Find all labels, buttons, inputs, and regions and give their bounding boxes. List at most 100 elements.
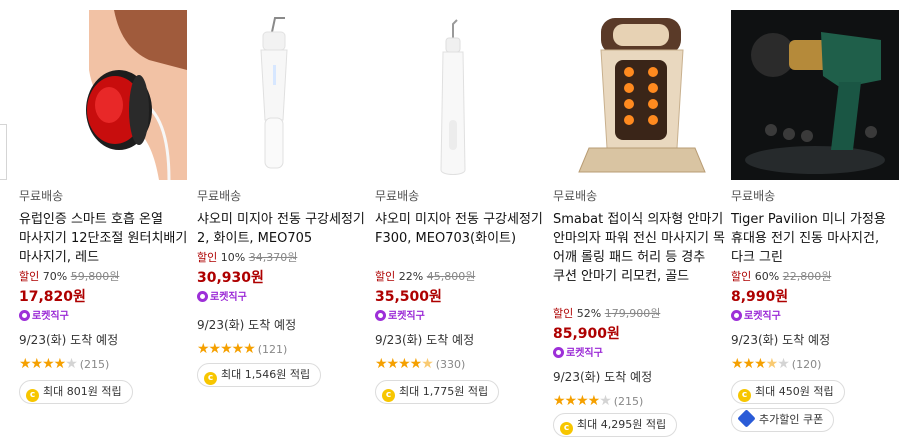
- product-card[interactable]: 무료배송 샤오미 미지아 전동 구강세정기 2, 화이트, MEO705 할인 …: [197, 0, 369, 433]
- free-shipping-label: 무료배송: [731, 189, 776, 203]
- discount-row: 할인 22% 45,800원: [375, 268, 551, 286]
- star-icon: ★★★★★: [197, 341, 256, 357]
- review-count: (121): [257, 343, 288, 356]
- rocket-direct-icon: [553, 347, 564, 358]
- arrival-date: 9/23(화) 도착 예정: [375, 333, 475, 347]
- rating: ★★★★★ (215): [19, 352, 195, 374]
- discount-rate: 52%: [576, 307, 602, 320]
- discount-label: 할인: [375, 270, 396, 283]
- product-image[interactable]: [553, 10, 721, 180]
- original-price: 45,800원: [426, 270, 476, 283]
- cash-icon: c: [26, 389, 39, 402]
- cashback-pill: c 최대 4,295원 적립: [553, 413, 678, 437]
- original-price: 22,800원: [782, 270, 832, 283]
- star-icon: ★★★★★: [375, 356, 434, 372]
- discount-row: 할인 10% 34,370원: [197, 249, 373, 267]
- badge-label: 로켓직구: [388, 311, 425, 322]
- badge-label: 로켓직구: [210, 292, 247, 303]
- free-shipping-label: 무료배송: [19, 189, 64, 203]
- rating: ★★★★★ (121): [197, 337, 373, 359]
- review-count: (215): [79, 358, 110, 371]
- cash-icon: c: [738, 389, 751, 402]
- product-title[interactable]: Smabat 접이식 의자형 안마기 안마의자 파워 전신 마사지기 목 어깨 …: [553, 210, 729, 286]
- product-card[interactable]: 무료배송 샤오미 미지아 전동 구강세정기 F300, MEO703(화이트) …: [375, 0, 547, 433]
- rocket-direct-icon: [197, 291, 208, 302]
- sale-price: 8,990원: [731, 289, 789, 305]
- cash-icon: c: [382, 389, 395, 402]
- product-title[interactable]: Tiger Pavilion 미니 가정용 휴대용 전기 진동 마사지건, 다크…: [731, 210, 907, 267]
- rocket-direct-badge: 로켓직구: [19, 308, 195, 328]
- price-block: 할인 60% 22,800원 8,990원 로켓직구 9/23(화) 도착 예정…: [731, 268, 907, 432]
- star-icon: ★★★★★: [553, 393, 612, 409]
- discount-label: 할인: [553, 307, 574, 320]
- badge-label: 로켓직구: [744, 311, 781, 322]
- coupon-label: 추가할인 쿠폰: [759, 413, 824, 426]
- product-image[interactable]: [375, 10, 543, 180]
- product-image[interactable]: [731, 10, 899, 180]
- arrival-date: 9/23(화) 도착 예정: [19, 333, 119, 347]
- sale-price: 30,930원: [197, 270, 264, 286]
- free-shipping-label: 무료배송: [553, 189, 598, 203]
- cashback-pill: c 최대 801원 적립: [19, 380, 133, 404]
- rocket-direct-badge: 로켓직구: [197, 289, 373, 309]
- badge-label: 로켓직구: [32, 311, 69, 322]
- rating: ★★★★★ (215): [553, 389, 729, 411]
- cash-icon: c: [560, 422, 573, 435]
- cashback-label: 최대 4,295원 적립: [577, 418, 667, 431]
- product-card[interactable]: 무료배송 유럽인증 스마트 호흡 온열 마사지기 12단조절 원터치배기 마사지…: [19, 0, 191, 433]
- cashback-pill: c 최대 1,546원 적립: [197, 363, 322, 387]
- product-card[interactable]: 무료배송 Smabat 접이식 의자형 안마기 안마의자 파워 전신 마사지기 …: [553, 0, 725, 437]
- discount-row: 할인 52% 179,900원: [553, 305, 729, 323]
- discount-row: 할인 60% 22,800원: [731, 268, 907, 286]
- price-block: 할인 70% 59,800원 17,820원 로켓직구 9/23(화) 도착 예…: [19, 268, 195, 404]
- discount-label: 할인: [19, 270, 40, 283]
- cashback-label: 최대 450원 적립: [755, 385, 834, 398]
- original-price: 59,800원: [70, 270, 120, 283]
- review-count: (330): [435, 358, 466, 371]
- product-image[interactable]: [19, 10, 187, 180]
- coupon-pill[interactable]: 추가할인 쿠폰: [731, 408, 835, 432]
- cashback-label: 최대 1,546원 적립: [221, 368, 311, 381]
- free-shipping-label: 무료배송: [197, 189, 242, 203]
- rating: ★★★★★ (330): [375, 352, 551, 374]
- carousel-prev-arrow[interactable]: [0, 124, 7, 180]
- rocket-direct-badge: 로켓직구: [731, 308, 907, 328]
- discount-rate: 10%: [220, 251, 246, 264]
- original-price: 34,370원: [248, 251, 298, 264]
- badge-label: 로켓직구: [566, 348, 603, 359]
- discount-row: 할인 70% 59,800원: [19, 268, 195, 286]
- rocket-direct-badge: 로켓직구: [375, 308, 551, 328]
- rating: ★★★★★ (120): [731, 352, 907, 374]
- review-count: (120): [791, 358, 822, 371]
- sale-price: 35,500원: [375, 289, 442, 305]
- discount-label: 할인: [731, 270, 752, 283]
- arrival-date: 9/23(화) 도착 예정: [197, 318, 297, 332]
- price-block: 할인 10% 34,370원 30,930원 로켓직구 9/23(화) 도착 예…: [197, 249, 373, 387]
- product-title[interactable]: 유럽인증 스마트 호흡 온열 마사지기 12단조절 원터치배기 마사지기, 레드: [19, 210, 195, 267]
- discount-rate: 22%: [398, 270, 424, 283]
- discount-rate: 60%: [754, 270, 780, 283]
- rocket-direct-icon: [19, 310, 30, 321]
- rocket-direct-badge: 로켓직구: [553, 345, 729, 365]
- free-shipping-label: 무료배송: [375, 189, 420, 203]
- sale-price: 85,900원: [553, 326, 620, 342]
- coupon-icon: [737, 409, 756, 428]
- product-card[interactable]: 무료배송 Tiger Pavilion 미니 가정용 휴대용 전기 진동 마사지…: [731, 0, 903, 433]
- original-price: 179,900원: [604, 307, 661, 320]
- discount-rate: 70%: [42, 270, 68, 283]
- arrival-date: 9/23(화) 도착 예정: [553, 370, 653, 384]
- sale-price: 17,820원: [19, 289, 86, 305]
- cashback-label: 최대 801원 적립: [43, 385, 122, 398]
- arrival-date: 9/23(화) 도착 예정: [731, 333, 831, 347]
- price-block: 할인 22% 45,800원 35,500원 로켓직구 9/23(화) 도착 예…: [375, 268, 551, 404]
- cashback-pill: c 최대 1,775원 적립: [375, 380, 500, 404]
- product-image[interactable]: [197, 10, 365, 180]
- rocket-direct-icon: [731, 310, 742, 321]
- star-icon: ★★★★★: [19, 356, 78, 372]
- rocket-direct-icon: [375, 310, 386, 321]
- discount-label: 할인: [197, 251, 218, 264]
- cash-icon: c: [204, 372, 217, 385]
- product-title[interactable]: 샤오미 미지아 전동 구강세정기 F300, MEO703(화이트): [375, 210, 551, 248]
- product-title[interactable]: 샤오미 미지아 전동 구강세정기 2, 화이트, MEO705: [197, 210, 373, 248]
- review-count: (215): [613, 395, 644, 408]
